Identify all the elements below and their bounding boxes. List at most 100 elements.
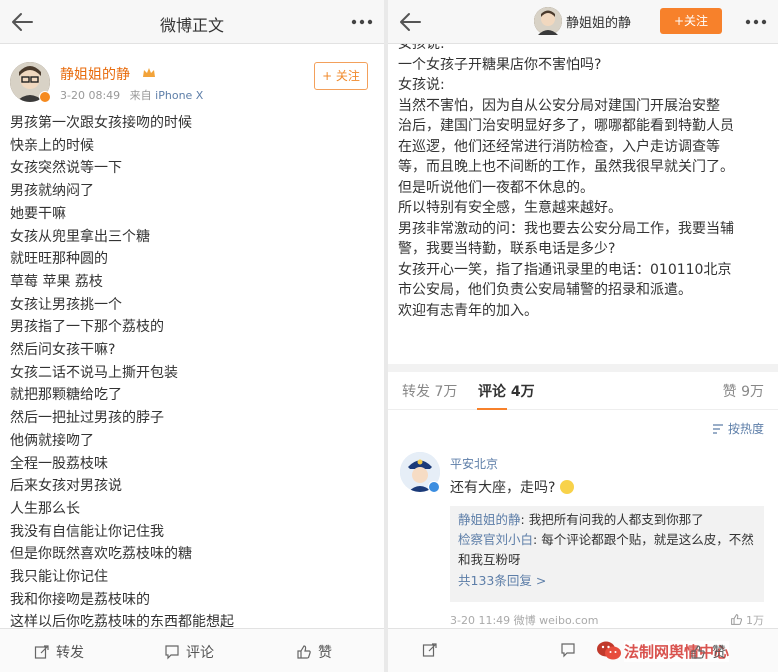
sort-by-heat-button[interactable]: 按热度 xyxy=(712,420,764,437)
active-tab-indicator xyxy=(477,408,507,410)
vip-crown-icon xyxy=(143,68,155,77)
follow-button[interactable]: +关注 xyxy=(660,8,722,34)
post-text-line: 后来女孩对男孩说 xyxy=(10,478,122,495)
comment-icon xyxy=(561,643,575,658)
left-nav-bar: 微博正文 xyxy=(0,0,384,44)
post-text-line: 但是听说他们一夜都不休息的。 xyxy=(398,179,594,196)
author-name[interactable]: 静姐姐的静 xyxy=(566,12,631,31)
sort-icon xyxy=(713,424,724,434)
post-text-line: 我没有自信能让你记住我 xyxy=(10,523,164,540)
reply-author[interactable]: 静姐姐的静 xyxy=(458,512,521,527)
tab-comments[interactable]: 评论 4万 xyxy=(478,381,535,401)
author-name[interactable]: 静姐姐的静 xyxy=(60,64,130,84)
comment-text-content: 还有大座，走吗? xyxy=(450,480,556,496)
post-text-line: 警，我要当特勤，联系电话是多少? xyxy=(398,241,616,257)
post-text-line: 全程一股荔枝味 xyxy=(10,455,108,472)
follow-button[interactable]: + 关注 xyxy=(314,62,368,90)
replies-box: 静姐姐的静: 我把所有问我的人都支到你那了 检察官刘小白: 每个评论都跟个贴，就… xyxy=(450,506,764,602)
tab-likes[interactable]: 赞 9万 xyxy=(723,381,764,401)
wechat-logo-icon xyxy=(597,641,621,660)
post-text-line: 我只能让你记住 xyxy=(10,569,108,586)
verified-badge-icon xyxy=(39,91,51,103)
more-icon[interactable] xyxy=(744,18,768,26)
back-arrow-icon[interactable] xyxy=(396,8,424,36)
post-text-line: 一个女孩子开糖果店你不害怕吗? xyxy=(398,56,602,73)
post-text-line: 女孩突然说等一下 xyxy=(10,160,122,177)
repost-icon xyxy=(422,643,437,657)
repost-button[interactable]: 转发 xyxy=(34,642,84,662)
post-time: 3-20 08:49 xyxy=(60,89,121,102)
left-screen: 微博正文 静姐姐的静 3-20 08:49 来自 iPhone X + 关注 男… xyxy=(0,0,384,672)
repost-label: 转发 xyxy=(56,645,84,661)
repost-icon xyxy=(34,645,49,659)
post-text-line: 所以特别有安全感，生意越来越好。 xyxy=(398,200,622,216)
avatar[interactable] xyxy=(534,7,562,35)
post-author: 静姐姐的静 3-20 08:49 来自 iPhone X + 关注 xyxy=(10,60,374,106)
post-text-line: 快亲上的时候 xyxy=(10,137,94,154)
comment-label: 评论 xyxy=(186,645,214,661)
page-title: 微博正文 xyxy=(159,16,224,35)
reply-item[interactable]: 检察官刘小白: 每个评论都跟个贴，就是这么皮，不然和我互粉呀 xyxy=(458,530,756,570)
post-body-continued: 女孩说: 一个女孩子开糖果店你不害怕吗? 女孩说: 当然不害怕，因为自从公安分局对建国… xyxy=(398,34,770,321)
smile-emoji-icon xyxy=(559,480,574,494)
right-screen: 女孩说: 一个女孩子开糖果店你不害怕吗? 女孩说: 当然不害怕，因为自从公安分局对建国… xyxy=(388,0,778,672)
post-text-line: 女孩开心一笑，指了指通讯录里的电话：010110北京 xyxy=(398,261,732,278)
comment-time: 3-20 11:49 微博 weibo.com xyxy=(450,614,599,627)
like-label: 赞 xyxy=(712,645,726,661)
post-text-line: 女孩说: xyxy=(398,77,445,93)
right-nav-bar: 静姐姐的静 +关注 xyxy=(388,0,778,44)
comment-like-count-value: 1万 xyxy=(746,614,764,627)
comment-button[interactable] xyxy=(560,642,576,659)
sort-label: 按热度 xyxy=(727,422,764,436)
post-text-line: 男孩就纳闷了 xyxy=(10,183,94,200)
post-text-line: 就把那颗糖给吃了 xyxy=(10,387,122,404)
post-meta: 3-20 08:49 来自 iPhone X xyxy=(60,87,203,103)
more-icon[interactable] xyxy=(350,18,374,26)
comment-icon xyxy=(165,645,179,660)
post-text-line: 当然不害怕，因为自从公安分局对建国门开展治安整 xyxy=(398,97,720,114)
commenter-name[interactable]: 平安北京 xyxy=(450,455,498,472)
reply-item[interactable]: 静姐姐的静: 我把所有问我的人都支到你那了 xyxy=(458,510,756,530)
post-text-line: 女孩让男孩挑一个 xyxy=(10,296,122,313)
post-text-line: 男孩非常激动的问：我也要去公安分局工作，我要当辅 xyxy=(398,220,734,237)
post-text-line: 女孩从兜里拿出三个糖 xyxy=(10,228,150,245)
comment-button[interactable]: 评论 xyxy=(164,642,214,662)
post-text-line: 人生那么长 xyxy=(10,500,80,517)
comment-like-count[interactable]: 1万 xyxy=(730,612,764,628)
post-text-line: 但是你既然喜欢吃荔枝味的糖 xyxy=(10,546,192,563)
post-text-line: 我和你接吻是荔枝味的 xyxy=(10,591,150,608)
comment-text: 还有大座，走吗? xyxy=(450,477,574,497)
source-prefix: 来自 xyxy=(129,89,152,102)
thumbs-up-icon xyxy=(297,645,311,659)
post-text-line: 等，而且晚上也不间断的工作，虽然我很早就关门了。 xyxy=(398,159,734,175)
right-action-bar: 法制网舆情中心 赞 xyxy=(388,628,778,672)
like-button[interactable]: 赞 xyxy=(690,642,726,662)
thumbs-up-icon xyxy=(691,645,705,659)
avatar-image xyxy=(534,7,562,35)
post-text-line: 在巡逻，他们还经常进行消防检查，入户走访调查等 xyxy=(398,138,720,155)
post-text-line: 男孩指了一下那个荔枝的 xyxy=(10,319,164,336)
repost-button[interactable] xyxy=(422,642,444,659)
reply-author[interactable]: 检察官刘小白 xyxy=(458,532,533,547)
post-text-line: 然后一把扯过男孩的脖子 xyxy=(10,410,164,427)
post-text-line: 她要干嘛 xyxy=(10,205,66,222)
like-label: 赞 xyxy=(318,645,332,661)
stats-tabs: 转发 7万 评论 4万 赞 9万 xyxy=(388,364,778,410)
like-button[interactable]: 赞 xyxy=(296,642,332,662)
view-all-replies-link[interactable]: 共133条回复 > xyxy=(458,570,756,592)
tab-reposts[interactable]: 转发 7万 xyxy=(402,381,457,401)
post-text-line: 草莓 苹果 荔枝 xyxy=(10,273,103,290)
reply-text: : 我把所有问我的人都支到你那了 xyxy=(520,512,704,527)
post-text-line: 就旺旺那种圆的 xyxy=(10,251,108,268)
post-text-line: 欢迎有志青年的加入。 xyxy=(398,302,538,319)
left-action-bar: 转发 评论 赞 xyxy=(0,628,384,672)
post-text-line: 然后问女孩干嘛? xyxy=(10,342,116,359)
post-text-line: 男孩第一次跟女孩接吻的时候 xyxy=(10,115,192,131)
thumbs-up-icon xyxy=(730,614,742,625)
post-text-line: 他俩就接吻了 xyxy=(10,432,94,449)
verified-badge-icon xyxy=(428,481,440,493)
post-text-line: 女孩二话不说马上撕开包装 xyxy=(10,364,178,381)
post-text-line: 治后，建国门治安明显好多了，哪哪都能看到特勤人员 xyxy=(398,118,734,134)
post-body: 男孩第一次跟女孩接吻的时候 快亲上的时候女孩突然说等一下 男孩就纳闷了 她要干嘛女孩从… xyxy=(10,112,374,634)
device-source[interactable]: iPhone X xyxy=(155,89,203,102)
